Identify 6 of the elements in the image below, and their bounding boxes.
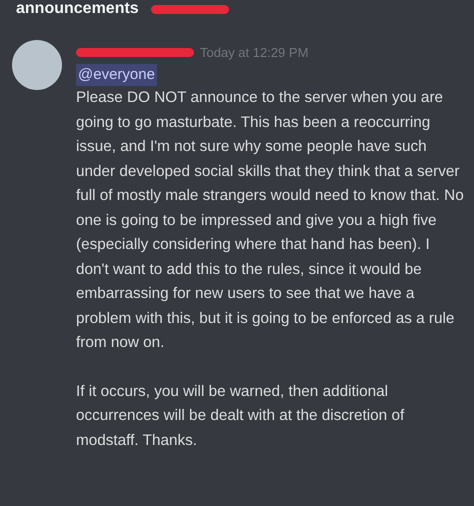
mention[interactable]: @everyone bbox=[76, 64, 157, 86]
message-text: If it occurs, you will be warned, then additional occurrences will be dealt with at the discretion of modstaff. Thanks. bbox=[76, 382, 406, 450]
message-text: Please DO NOT announce to the server when you are going to go masturbate. This has been a reoccurring issue, and I'm not sure why some people have such under developed social skills that they think that a server full of mostly male strangers would need to know that. No one is going to be impressed and give you a high five (especially considering where that hand has been). I don't want to add this to the rules, since it would be embarrassing for new users to see that we have a problem with this, but it is going to be enforced as a rule from now on. bbox=[76, 88, 464, 353]
user-avatar[interactable] bbox=[12, 40, 62, 90]
message-timestamp: Today at 12:29 PM bbox=[200, 44, 308, 60]
channel-name: announcements bbox=[16, 0, 139, 18]
